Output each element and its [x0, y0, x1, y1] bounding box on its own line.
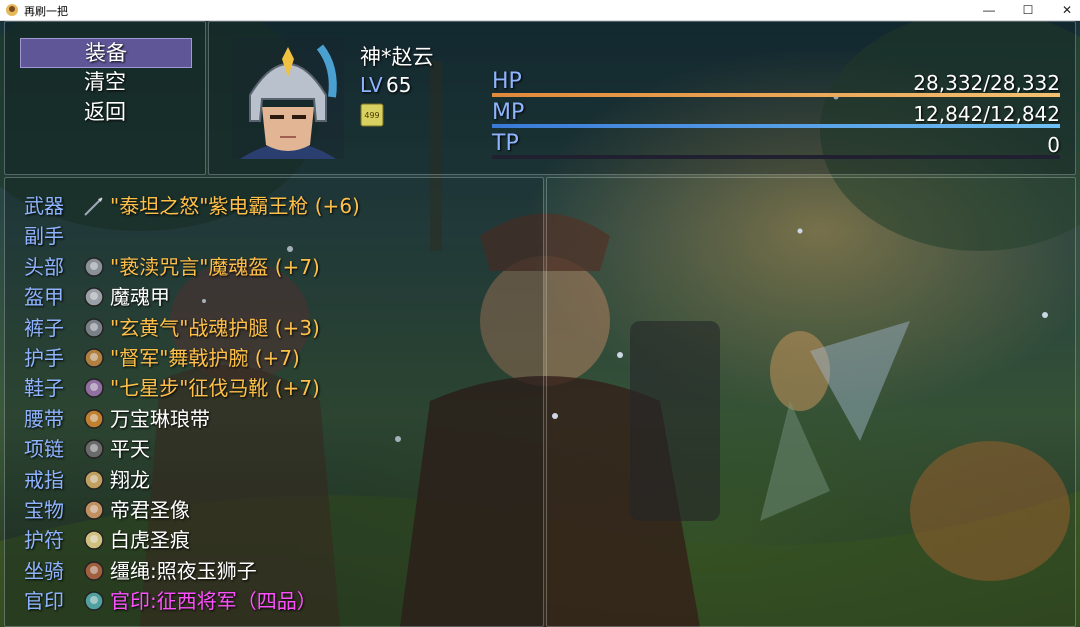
item-name: 缰绳:照夜玉狮子	[110, 558, 257, 583]
slot-name: 裤子	[24, 315, 64, 340]
spear-icon	[84, 197, 103, 216]
item-name: "七星步"征伐马靴 (+7)	[110, 376, 320, 401]
equip-slot-row[interactable]: 坐骑 缰绳:照夜玉狮子	[24, 556, 534, 586]
equip-slot-row[interactable]: 鞋子 "七星步"征伐马靴 (+7)	[24, 373, 534, 403]
tp-label: TP	[492, 131, 519, 156]
item-name: "泰坦之怒"紫电霸王枪 (+6)	[110, 194, 360, 218]
level-label: LV	[360, 73, 383, 97]
hp-gauge-fill	[492, 93, 1060, 97]
tp-gauge	[492, 155, 1060, 159]
slot-name: 盔甲	[24, 285, 64, 310]
helmet-icon	[84, 257, 104, 277]
hp-value: 28,332/28,332	[913, 71, 1060, 95]
equip-slot-row[interactable]: 宝物 帝君圣像	[24, 495, 534, 525]
rein-icon	[84, 561, 104, 581]
slot-name: 项链	[24, 437, 64, 462]
equip-slot-row[interactable]: 戒指 翔龙	[24, 465, 534, 495]
window-title: 再刷一把	[24, 6, 68, 18]
equip-slot-row[interactable]: 腰带 万宝琳琅带	[24, 404, 534, 434]
mp-value: 12,842/12,842	[913, 102, 1060, 126]
slot-name: 护符	[24, 528, 64, 553]
tp-value: 0	[1047, 133, 1060, 157]
mp-gauge	[492, 124, 1060, 128]
actor-name: 神*赵云	[360, 45, 434, 69]
equip-slot-row[interactable]: 项链 平天	[24, 434, 534, 464]
item-name: "玄黄气"战魂护腿 (+3)	[110, 315, 320, 340]
badge-icon: 499	[360, 103, 384, 127]
slot-name: 官印	[24, 589, 64, 614]
app-icon	[6, 4, 18, 16]
slot-name: 坐骑	[24, 558, 64, 583]
equip-command[interactable]: 装备	[20, 38, 192, 68]
statue-icon	[84, 500, 104, 520]
slot-name: 宝物	[24, 498, 64, 522]
boots-icon	[84, 378, 104, 399]
equip-slot-row[interactable]: 裤子 "玄黄气"战魂护腿 (+3)	[24, 313, 534, 343]
ring-icon	[84, 469, 104, 490]
belt-icon	[84, 409, 104, 429]
slot-name: 腰带	[24, 406, 64, 431]
slot-name: 武器	[24, 194, 64, 218]
slot-name: 副手	[24, 224, 64, 249]
item-name: 白虎圣痕	[110, 528, 190, 553]
close-button[interactable]: ✕	[1044, 0, 1080, 20]
window-titlebar: 再刷一把 — ☐ ✕	[0, 0, 1080, 21]
back-command[interactable]: 返回	[20, 98, 190, 126]
item-name: 万宝琳琅带	[110, 406, 210, 431]
item-name: 平天	[110, 437, 150, 462]
item-name: 帝君圣像	[110, 498, 190, 522]
equip-slot-row[interactable]: 护符 白虎圣痕	[24, 525, 534, 555]
badge-text: 499	[364, 111, 379, 120]
seal-icon	[84, 591, 104, 611]
slot-name: 护手	[24, 346, 64, 370]
item-name: "亵渎咒言"魔魂盔 (+7)	[110, 254, 320, 279]
equip-slot-row[interactable]: 护手 "督军"舞戟护腕 (+7)	[24, 343, 534, 373]
equip-slot-row[interactable]: 武器 "泰坦之怒"紫电霸王枪 (+6)	[24, 191, 534, 221]
mp-gauge-fill	[492, 124, 1060, 128]
slot-name: 鞋子	[24, 376, 64, 401]
item-name: "督军"舞戟护腕 (+7)	[110, 346, 300, 370]
armor-icon	[84, 287, 104, 307]
hp-label: HP	[492, 69, 522, 94]
equip-slot-row[interactable]: 副手	[24, 221, 534, 251]
item-detail-window	[546, 177, 1076, 627]
clear-command[interactable]: 清空	[20, 68, 190, 96]
necklace-icon	[84, 439, 104, 459]
item-name: 魔魂甲	[110, 285, 170, 310]
equip-slot-row[interactable]: 官印 官印:征西将军（四品）	[24, 586, 534, 616]
actor-portrait	[232, 37, 344, 159]
slot-name: 头部	[24, 254, 64, 279]
equip-slot-row[interactable]: 盔甲 魔魂甲	[24, 282, 534, 312]
hp-gauge	[492, 93, 1060, 97]
mp-label: MP	[492, 100, 525, 125]
talisman-icon	[84, 530, 104, 551]
game-screen: 装备 清空 返回 神*赵云 LV 65 499 HP 28,332/28,332…	[0, 21, 1080, 627]
level-value: 65	[386, 73, 412, 97]
leggings-icon	[84, 317, 104, 338]
item-name: 官印:征西将军（四品）	[110, 589, 317, 614]
gauntlet-icon	[84, 348, 104, 368]
item-name: 翔龙	[110, 467, 150, 492]
equip-slot-row[interactable]: 头部 "亵渎咒言"魔魂盔 (+7)	[24, 252, 534, 282]
slot-name: 戒指	[24, 467, 64, 492]
